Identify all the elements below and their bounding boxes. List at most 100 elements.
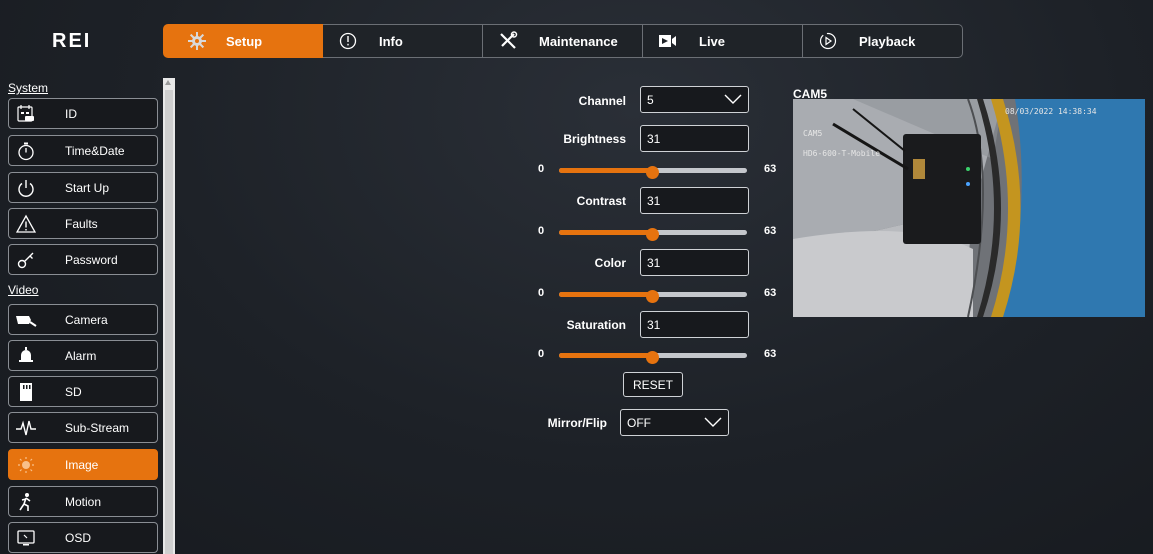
chevron-down-icon <box>724 92 742 109</box>
sidebar-item-label: Faults <box>65 216 98 231</box>
sidebar-item-label: Image <box>65 457 99 472</box>
tools-icon <box>497 31 519 51</box>
sidebar-item-label: Motion <box>65 494 102 509</box>
video-camera-icon <box>657 31 679 51</box>
chevron-down-icon <box>704 415 722 432</box>
osd-timestamp: 08/03/2022 14:38:34 <box>1005 107 1097 116</box>
slider-max: 63 <box>764 225 777 237</box>
saturation-label: Saturation <box>566 318 626 332</box>
gear-icon <box>186 31 208 51</box>
saturation-input[interactable]: 31 <box>640 311 749 338</box>
sidebar-item-osd[interactable]: OSD <box>8 522 158 553</box>
sidebar-item-sub-stream[interactable]: Sub-Stream <box>8 412 158 443</box>
mirror-flip-value: OFF <box>627 415 651 430</box>
slider-handle[interactable] <box>645 166 659 179</box>
sidebar-scrollbar[interactable] <box>163 78 175 554</box>
scroll-up-arrow-icon[interactable] <box>165 80 171 85</box>
tab-maintenance[interactable]: Maintenance <box>483 24 643 58</box>
saturation-value: 31 <box>647 317 661 332</box>
slider-fill <box>559 292 652 297</box>
brightness-value: 31 <box>647 131 661 146</box>
channel-select[interactable]: 5 <box>640 86 749 113</box>
slider-track[interactable] <box>559 166 747 179</box>
tab-setup[interactable]: Setup <box>163 24 323 58</box>
sidebar-item-motion[interactable]: Motion <box>8 486 158 517</box>
contrast-slider[interactable]: 0 63 <box>538 225 778 241</box>
slider-track[interactable] <box>559 228 747 241</box>
sidebar-item-label: Start Up <box>65 180 110 195</box>
contrast-value: 31 <box>647 193 661 208</box>
image-icon <box>14 454 38 476</box>
slider-track[interactable] <box>559 290 747 303</box>
sidebar-item-camera[interactable]: Camera <box>8 304 158 335</box>
tab-label: Setup <box>226 33 263 49</box>
slider-handle[interactable] <box>645 228 659 241</box>
camera-frame-image <box>793 99 1145 317</box>
contrast-label: Contrast <box>576 194 626 208</box>
slider-max: 63 <box>764 163 777 175</box>
brightness-label: Brightness <box>563 132 626 146</box>
rei-logo: REI <box>52 28 112 52</box>
slider-fill <box>559 168 652 173</box>
main-nav: Setup Info Maintenance Live Playback <box>163 24 963 58</box>
slider-handle[interactable] <box>645 351 659 364</box>
camera-icon <box>14 309 38 331</box>
brightness-slider[interactable]: 0 63 <box>538 163 778 179</box>
sidebar-item-id[interactable]: ID <box>8 98 158 129</box>
slider-track[interactable] <box>559 351 747 364</box>
color-slider[interactable]: 0 63 <box>538 287 778 303</box>
power-icon <box>14 177 38 199</box>
info-icon <box>337 31 359 51</box>
channel-label: Channel <box>578 94 626 108</box>
sidebar-item-label: SD <box>65 384 82 399</box>
camera-preview: 08/03/2022 14:38:34 CAM5 HD6-600-T-Mobil… <box>793 99 1145 317</box>
waveform-icon <box>14 417 38 439</box>
tab-label: Maintenance <box>539 33 618 49</box>
slider-min: 0 <box>538 225 545 237</box>
contrast-input[interactable]: 31 <box>640 187 749 214</box>
sidebar-item-image[interactable]: Image <box>8 449 158 480</box>
osd-device: HD6-600-T-Mobile <box>803 149 881 158</box>
tab-label: Info <box>379 33 403 49</box>
monitor-icon <box>14 527 38 549</box>
sidebar-item-faults[interactable]: Faults <box>8 208 158 239</box>
saturation-slider[interactable]: 0 63 <box>538 348 778 364</box>
sidebar: System ID Time&Date Start Up Faults Pass… <box>0 78 175 554</box>
slider-handle[interactable] <box>645 290 659 303</box>
color-label: Color <box>594 256 626 270</box>
slider-fill <box>559 353 652 358</box>
id-icon <box>14 103 38 125</box>
slider-max: 63 <box>764 287 777 299</box>
bell-icon <box>14 345 38 367</box>
mirror-flip-select[interactable]: OFF <box>620 409 729 436</box>
sidebar-item-password[interactable]: Password <box>8 244 158 275</box>
tab-label: Live <box>699 33 726 49</box>
color-value: 31 <box>647 255 661 270</box>
sd-card-icon <box>14 381 38 403</box>
scroll-thumb[interactable] <box>165 90 173 554</box>
playback-icon <box>817 31 839 51</box>
sidebar-item-label: ID <box>65 106 77 121</box>
sidebar-item-label: Sub-Stream <box>65 420 130 435</box>
warning-icon <box>14 213 38 235</box>
tab-playback[interactable]: Playback <box>803 24 963 58</box>
running-person-icon <box>14 491 38 513</box>
sidebar-item-alarm[interactable]: Alarm <box>8 340 158 371</box>
osd-channel: CAM5 <box>803 129 823 138</box>
sidebar-item-sd[interactable]: SD <box>8 376 158 407</box>
stopwatch-icon <box>14 140 38 162</box>
sidebar-item-start-up[interactable]: Start Up <box>8 172 158 203</box>
slider-min: 0 <box>538 287 545 299</box>
reset-button[interactable]: RESET <box>623 372 683 397</box>
brightness-input[interactable]: 31 <box>640 125 749 152</box>
tab-label: Playback <box>859 33 916 49</box>
sidebar-item-label: Password <box>65 252 118 267</box>
mirror-flip-label: Mirror/Flip <box>547 416 607 430</box>
key-icon <box>14 249 38 271</box>
sidebar-item-time-date[interactable]: Time&Date <box>8 135 158 166</box>
tab-live[interactable]: Live <box>643 24 803 58</box>
tab-info[interactable]: Info <box>323 24 483 58</box>
slider-fill <box>559 230 652 235</box>
section-header-system: System <box>8 81 49 95</box>
color-input[interactable]: 31 <box>640 249 749 276</box>
